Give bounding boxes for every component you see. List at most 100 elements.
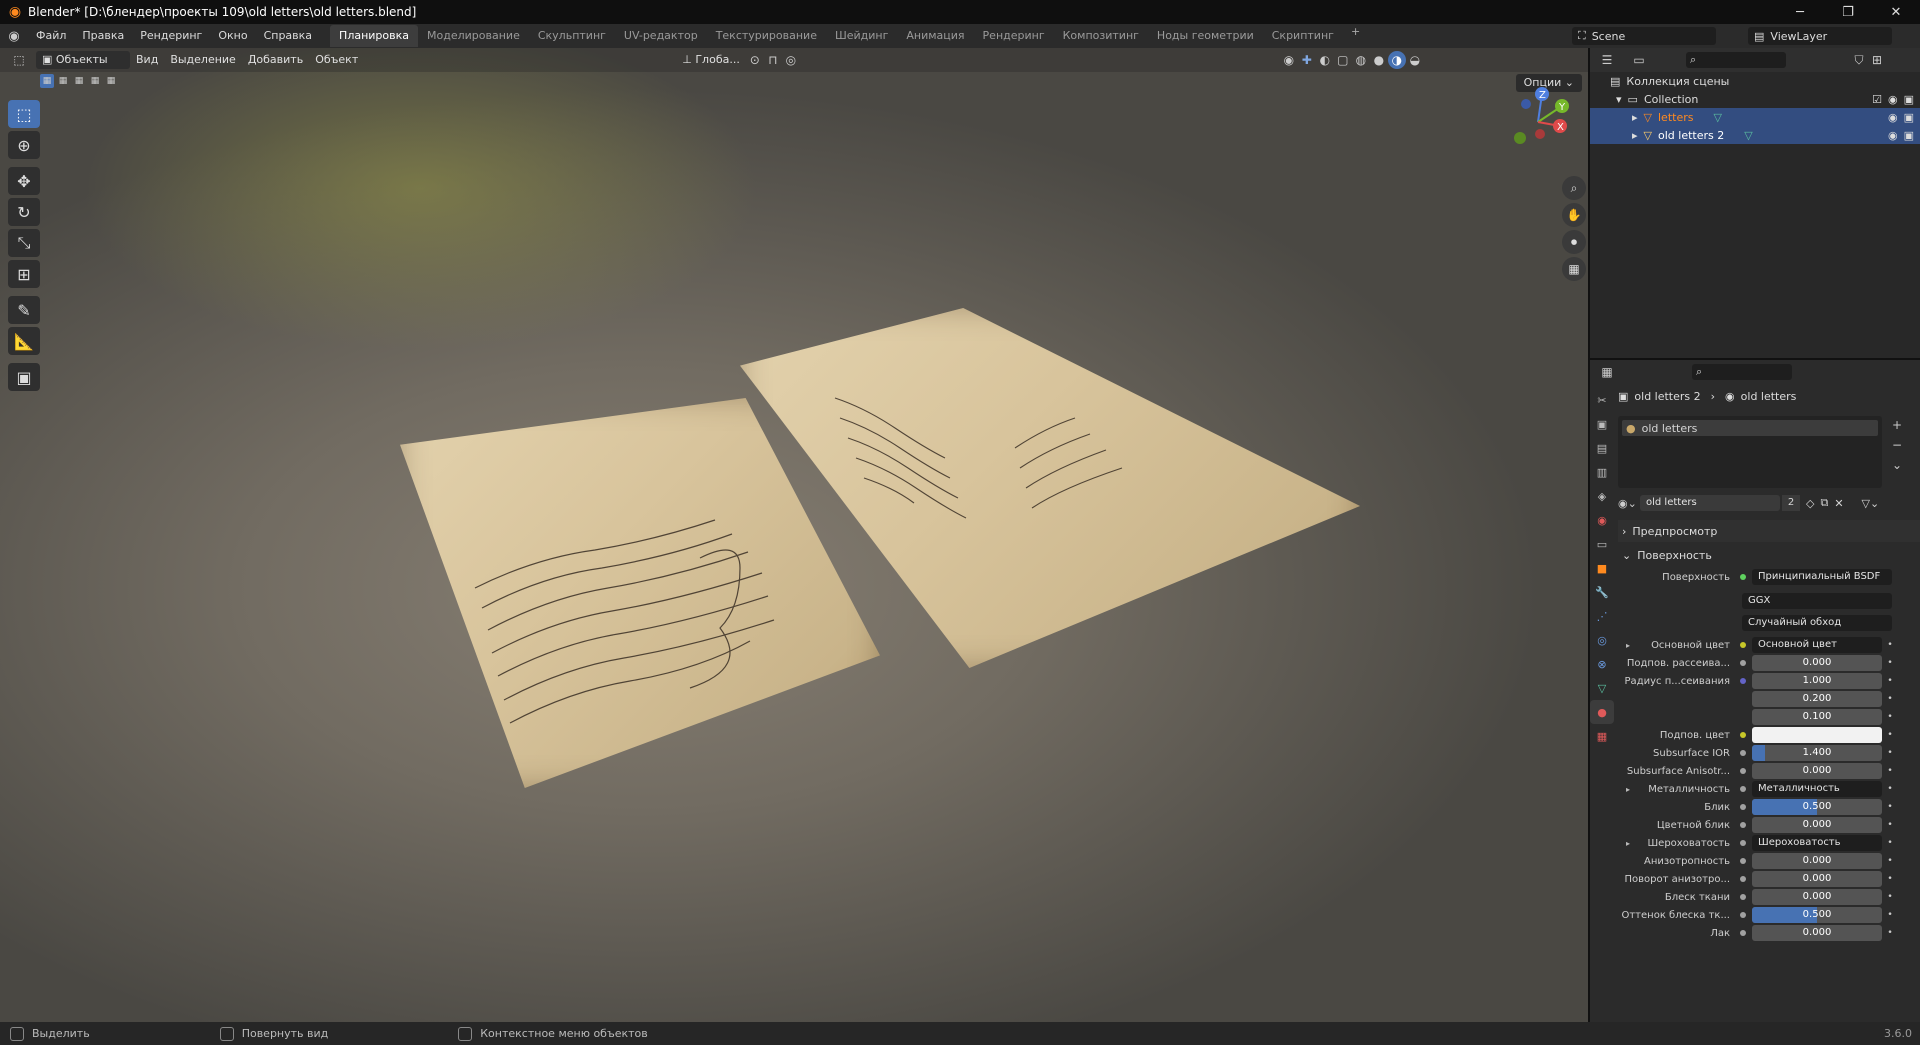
tool-tab-icon[interactable]: ✂ — [1590, 388, 1614, 412]
input-socket-icon[interactable] — [1738, 640, 1748, 650]
input-socket-icon[interactable] — [1738, 784, 1748, 794]
proportional-edit-icon[interactable]: ◎ — [782, 51, 800, 69]
camera-icon[interactable]: ▣ — [1904, 129, 1914, 142]
xray-icon[interactable]: ▢ — [1334, 51, 1352, 69]
display-mode-icon[interactable]: ▭ — [1630, 51, 1648, 69]
snap-icon[interactable]: ⊓ — [764, 51, 782, 69]
keyframe-dot-icon[interactable]: • — [1882, 748, 1898, 758]
number-field[interactable]: 0.000 — [1752, 655, 1882, 671]
viewlayer-selector[interactable]: ▤ ViewLayer — [1748, 27, 1892, 45]
constraints-tab-icon[interactable]: ⊗ — [1590, 652, 1614, 676]
physics-tab-icon[interactable]: ◎ — [1590, 628, 1614, 652]
input-socket-icon[interactable] — [1738, 910, 1748, 920]
input-socket-icon[interactable] — [1738, 730, 1748, 740]
menu-select[interactable]: Выделение — [164, 51, 242, 69]
fake-user-icon[interactable]: ◇ — [1806, 497, 1814, 510]
input-socket-icon[interactable] — [1738, 874, 1748, 884]
input-socket-icon[interactable] — [1738, 712, 1748, 722]
collection-tab-icon[interactable]: ▭ — [1590, 532, 1614, 556]
tab-animation[interactable]: Анимация — [897, 25, 973, 47]
transform-tool-icon[interactable]: ⊞ — [8, 260, 40, 288]
eye-icon[interactable]: ◉ — [1888, 93, 1898, 106]
tab-sculpting[interactable]: Скульптинг — [529, 25, 615, 47]
pan-hand-icon[interactable]: ✋ — [1562, 203, 1586, 227]
keyframe-dot-icon[interactable]: • — [1882, 694, 1898, 704]
particles-tab-icon[interactable]: ⋰ — [1590, 604, 1614, 628]
tab-scripting[interactable]: Скриптинг — [1263, 25, 1343, 47]
expand-icon[interactable]: ▸ — [1632, 111, 1638, 124]
select-extend-icon[interactable]: ▦ — [56, 74, 70, 88]
tab-geometry-nodes[interactable]: Ноды геометрии — [1148, 25, 1263, 47]
subsurface-method-dropdown[interactable]: Случайный обход — [1742, 615, 1892, 631]
number-field[interactable]: 0.000 — [1752, 889, 1882, 905]
camera-icon[interactable]: ▣ — [1904, 111, 1914, 124]
preview-section-header[interactable]: › Предпросмотр — [1618, 520, 1920, 542]
expand-icon[interactable]: ▸ — [1626, 839, 1630, 848]
menu-object[interactable]: Объект — [309, 51, 364, 69]
object-tab-icon[interactable]: ■ — [1590, 556, 1614, 580]
eye-icon[interactable]: ◉ — [1888, 111, 1898, 124]
number-field[interactable]: 0.000 — [1752, 925, 1882, 941]
input-socket-icon[interactable] — [1738, 676, 1748, 686]
select-box-tool-icon[interactable]: ⬚ — [8, 100, 40, 128]
scene-selector[interactable]: ⛶ Scene — [1572, 27, 1716, 45]
color-swatch[interactable] — [1752, 727, 1882, 743]
outliner-scene-collection[interactable]: ▤ Коллекция сцены — [1590, 72, 1920, 90]
browse-material-icon[interactable]: ◉⌄ — [1618, 497, 1640, 510]
keyframe-dot-icon[interactable]: • — [1882, 730, 1898, 740]
menu-view[interactable]: Вид — [130, 51, 164, 69]
expand-icon[interactable]: ▸ — [1632, 129, 1638, 142]
render-tab-icon[interactable]: ▣ — [1590, 412, 1614, 436]
linked-input-field[interactable]: Основной цвет — [1752, 637, 1882, 653]
distribution-dropdown[interactable]: GGX — [1742, 593, 1892, 609]
select-subtract-icon[interactable]: ▦ — [72, 74, 86, 88]
slot-menu-icon[interactable]: ⌄ — [1888, 456, 1906, 474]
transform-orientation[interactable]: ⊥ Глоба... — [676, 51, 746, 69]
link-type-icon[interactable]: ▽⌄ — [1862, 497, 1880, 510]
menu-help[interactable]: Справка — [256, 24, 320, 48]
navigation-gizmo[interactable]: Z Y X — [1500, 84, 1576, 154]
move-tool-icon[interactable]: ✥ — [8, 167, 40, 195]
number-field[interactable]: 0.000 — [1752, 871, 1882, 887]
tab-layout[interactable]: Планировка — [330, 25, 419, 47]
linked-input-field[interactable]: Шероховатость — [1752, 835, 1882, 851]
properties-editor-icon[interactable]: ▦ — [1598, 363, 1616, 381]
view-layer-tab-icon[interactable]: ▥ — [1590, 460, 1614, 484]
tab-shading[interactable]: Шейдинг — [826, 25, 897, 47]
outliner-collection[interactable]: ▾ ▭ Collection ☑ ◉ ▣ — [1590, 90, 1920, 108]
gizmo-neg-x-axis[interactable] — [1535, 129, 1545, 139]
world-tab-icon[interactable]: ◉ — [1590, 508, 1614, 532]
input-socket-icon[interactable] — [1738, 694, 1748, 704]
keyframe-dot-icon[interactable]: • — [1882, 874, 1898, 884]
keyframe-dot-icon[interactable]: • — [1882, 892, 1898, 902]
close-button[interactable]: ✕ — [1872, 0, 1920, 24]
expand-icon[interactable]: ▸ — [1626, 785, 1630, 794]
scale-tool-icon[interactable]: ⤡ — [8, 229, 40, 257]
3d-viewport[interactable]: ⬚ ▣ Объекты Вид Выделение Добавить Объек… — [0, 48, 1588, 1022]
material-tab-icon[interactable]: ● — [1590, 700, 1614, 724]
data-tab-icon[interactable]: ▽ — [1590, 676, 1614, 700]
surface-section-header[interactable]: ⌄ Поверхность — [1618, 544, 1920, 566]
input-socket-icon[interactable] — [1738, 658, 1748, 668]
number-field[interactable]: 0.000 — [1752, 853, 1882, 869]
menu-file[interactable]: Файл — [28, 24, 74, 48]
keyframe-dot-icon[interactable]: • — [1882, 766, 1898, 776]
keyframe-dot-icon[interactable]: • — [1882, 856, 1898, 866]
rendered-shading-icon[interactable]: ◒ — [1406, 51, 1424, 69]
breadcrumb-material[interactable]: old letters — [1741, 390, 1797, 403]
input-socket-icon[interactable] — [1738, 748, 1748, 758]
mode-selector[interactable]: ▣ Объекты — [36, 51, 130, 69]
filter-icon[interactable]: ⛉ — [1850, 51, 1868, 69]
visibility-icon[interactable]: ◉ — [1280, 51, 1298, 69]
blender-menu-icon[interactable]: ◉ — [0, 29, 28, 44]
number-field[interactable]: 0.200 — [1752, 691, 1882, 707]
pivot-icon[interactable]: ⊙ — [746, 51, 764, 69]
checkbox-icon[interactable]: ☑ — [1872, 93, 1882, 106]
expand-icon[interactable]: ▸ — [1626, 641, 1630, 650]
remove-slot-icon[interactable]: − — [1888, 436, 1906, 454]
cursor-tool-icon[interactable]: ⊕ — [8, 131, 40, 159]
keyframe-dot-icon[interactable]: • — [1882, 640, 1898, 650]
output-tab-icon[interactable]: ▤ — [1590, 436, 1614, 460]
outliner-editor-icon[interactable]: ☰ — [1598, 51, 1616, 69]
gizmo-neg-z-axis[interactable] — [1521, 99, 1531, 109]
